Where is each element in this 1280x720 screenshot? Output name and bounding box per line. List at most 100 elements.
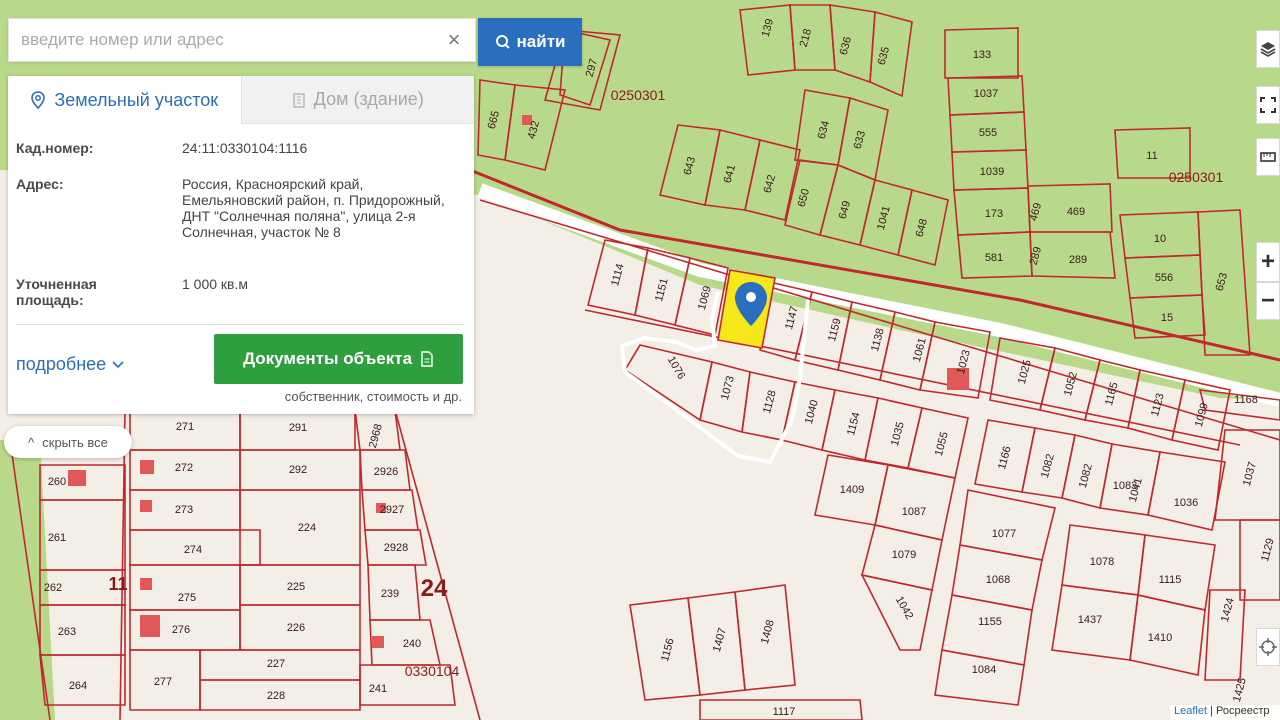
parcel-number-label: 1068 bbox=[986, 574, 1010, 586]
more-details-label: подробнее bbox=[16, 354, 107, 374]
search-input[interactable] bbox=[9, 19, 439, 61]
layers-icon bbox=[1260, 42, 1276, 57]
parcel-number-label: 263 bbox=[58, 626, 76, 638]
parcel-number-label: 272 bbox=[175, 462, 193, 474]
parcel-number-label: 289 bbox=[1069, 254, 1087, 266]
parcel-number-label: 264 bbox=[69, 680, 87, 692]
cadastral-quarter-label: 0250301 bbox=[1169, 169, 1224, 185]
tab-land-plot-label: Земельный участок bbox=[54, 89, 219, 110]
parcel-number-label: 1084 bbox=[972, 664, 996, 676]
parcel-number-label: 239 bbox=[381, 588, 399, 600]
object-documents-button[interactable]: Документы объекта bbox=[214, 334, 463, 384]
panel-divider bbox=[16, 324, 464, 325]
parcel-number-label: 292 bbox=[289, 464, 307, 476]
parcel-number-label: 276 bbox=[172, 624, 190, 636]
address-value: Россия, Красноярский край, Емельяновский… bbox=[182, 176, 445, 240]
hide-all-label: скрыть все bbox=[42, 434, 108, 450]
parcel-number-label: 133 bbox=[973, 49, 991, 61]
parcel-number-label: 1168 bbox=[1234, 394, 1258, 406]
parcel-number-label: 241 bbox=[369, 683, 387, 695]
cadastral-quarter-label: 0330104 bbox=[405, 663, 460, 679]
parcel-number-label: 262 bbox=[44, 582, 62, 594]
leaflet-link[interactable]: Leaflet bbox=[1174, 705, 1207, 717]
parcel-number-label: 228 bbox=[267, 690, 285, 702]
area-value: 1 000 кв.м bbox=[182, 276, 249, 292]
parcel-number-label: 581 bbox=[985, 252, 1003, 264]
parcel-number-label: 2927 bbox=[380, 504, 404, 516]
parcel-number-label: 1087 bbox=[902, 506, 926, 518]
parcel-number-label: 173 bbox=[985, 208, 1003, 220]
parcel-number-label: 469 bbox=[1067, 206, 1085, 218]
layers-button[interactable] bbox=[1256, 30, 1280, 68]
parcel-number-label: 275 bbox=[178, 592, 196, 604]
map-pin-icon bbox=[31, 91, 46, 109]
fullscreen-icon bbox=[1260, 97, 1276, 113]
tab-land-plot[interactable]: Земельный участок bbox=[8, 76, 241, 124]
documents-note: собственник, стоимость и др. bbox=[284, 389, 462, 404]
hide-all-button[interactable]: ^ скрыть все bbox=[4, 426, 132, 458]
parcel-number-label: 11 bbox=[1146, 150, 1157, 162]
map-attribution: Leaflet | Росреестр bbox=[1170, 705, 1280, 720]
parcel-number-label: 10 bbox=[1154, 233, 1166, 245]
parcel-number-label: 1039 bbox=[980, 166, 1004, 178]
parcel-info-panel: Земельный участок Дом (здание) Кад.номер… bbox=[8, 76, 474, 414]
ruler-button[interactable] bbox=[1256, 138, 1280, 176]
cadastral-number-key: Кад.номер: bbox=[16, 140, 94, 156]
parcel-number-label: 1036 bbox=[1174, 497, 1198, 509]
locate-button[interactable] bbox=[1256, 628, 1280, 666]
tab-building[interactable]: Дом (здание) bbox=[240, 76, 474, 124]
parcel-number-label: 1410 bbox=[1148, 632, 1172, 644]
parcel-number-label: 555 bbox=[979, 127, 997, 139]
search-icon bbox=[495, 35, 510, 49]
fullscreen-button[interactable] bbox=[1256, 86, 1280, 124]
parcel-number-label: 225 bbox=[287, 581, 305, 593]
panel-tabs: Земельный участок Дом (здание) bbox=[8, 76, 474, 124]
tab-building-label: Дом (здание) bbox=[313, 89, 424, 109]
parcel-number-label: 260 bbox=[48, 476, 66, 488]
address-key: Адрес: bbox=[16, 176, 64, 192]
zoom-out-button[interactable]: − bbox=[1256, 282, 1280, 320]
parcel-number-label: 2928 bbox=[384, 542, 408, 554]
zoom-out-label: − bbox=[1260, 287, 1275, 314]
chevron-down-icon bbox=[112, 361, 124, 369]
parcel-number-label: 273 bbox=[175, 504, 193, 516]
parcel-number-label: 271 bbox=[176, 421, 194, 433]
area-key: Уточненная площадь: bbox=[16, 276, 97, 308]
parcel-number-label: 556 bbox=[1155, 272, 1173, 284]
parcel-number-label: 1115 bbox=[1159, 574, 1182, 586]
ruler-icon bbox=[1260, 152, 1276, 162]
parcel-number-label: 1155 bbox=[978, 616, 1002, 628]
search-box: × bbox=[8, 18, 476, 62]
search-button[interactable]: найти bbox=[478, 18, 582, 66]
clear-icon[interactable]: × bbox=[443, 29, 465, 51]
parcel-number-label: 15 bbox=[1161, 312, 1173, 324]
parcel-number-label: 1409 bbox=[840, 484, 864, 496]
parcel-number-label: 277 bbox=[154, 676, 172, 688]
parcel-number-label: 261 bbox=[48, 532, 66, 544]
district-number-label: 24 bbox=[421, 575, 448, 602]
parcel-number-label: 291 bbox=[289, 422, 307, 434]
parcel-number-label: 2926 bbox=[374, 466, 398, 478]
chevron-up-icon: ^ bbox=[28, 434, 35, 450]
cadastral-quarter-label: 0250301 bbox=[611, 87, 666, 103]
cadastral-number-value: 24:11:0330104:1116 bbox=[182, 140, 308, 156]
zoom-in-button[interactable]: + bbox=[1256, 242, 1280, 282]
parcel-number-label: 1077 bbox=[992, 528, 1016, 540]
search-button-label: найти bbox=[516, 32, 566, 51]
parcel-number-label: 274 bbox=[184, 544, 202, 556]
district-number-label: 11 bbox=[108, 574, 127, 594]
parcel-number-label: 226 bbox=[287, 622, 305, 634]
parcel-number-label: 1437 bbox=[1078, 614, 1102, 626]
object-documents-label: Документы объекта bbox=[242, 349, 413, 368]
parcel-number-label: 240 bbox=[403, 638, 421, 650]
crosshair-icon bbox=[1259, 638, 1277, 656]
parcel-number-label: 1078 bbox=[1090, 556, 1114, 568]
attribution-rest: | Росреестр bbox=[1210, 705, 1270, 717]
parcel-number-label: 227 bbox=[267, 658, 285, 670]
document-icon bbox=[421, 351, 433, 367]
parcel-number-label: 1079 bbox=[892, 549, 916, 561]
parcel-number-label: 1117 bbox=[773, 706, 796, 718]
more-details-link[interactable]: подробнее bbox=[16, 354, 125, 375]
parcel-number-label: 1037 bbox=[974, 88, 998, 100]
parcel-number-label: 224 bbox=[298, 522, 316, 534]
